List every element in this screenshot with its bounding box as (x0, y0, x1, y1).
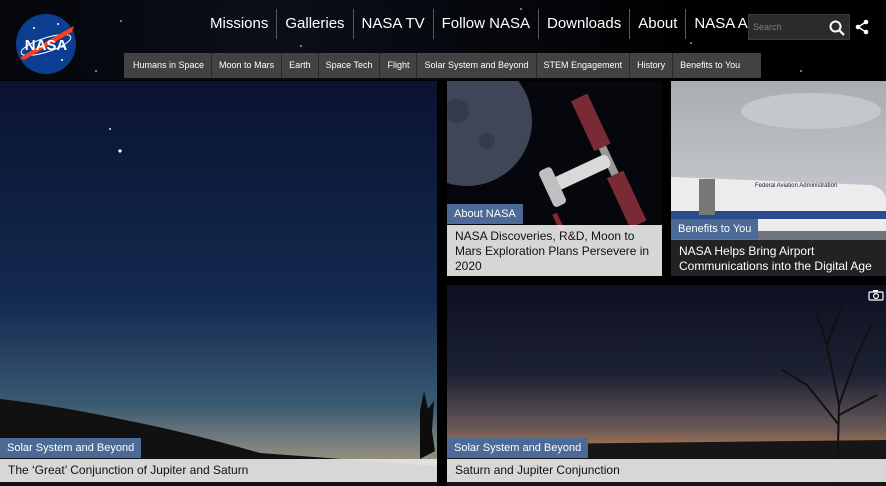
share-icon[interactable] (855, 19, 869, 35)
subnav-flight[interactable]: Flight (379, 53, 416, 78)
search-input[interactable] (753, 18, 827, 36)
nav-downloads[interactable]: Downloads (538, 9, 629, 39)
nav-galleries[interactable]: Galleries (276, 9, 352, 39)
subnav-earth[interactable]: Earth (281, 53, 318, 78)
feature-tile-conjunction[interactable]: Solar System and Beyond Saturn and Jupit… (447, 285, 886, 486)
subnav-space-tech[interactable]: Space Tech (317, 53, 380, 78)
star (120, 20, 122, 22)
category-tag[interactable]: Solar System and Beyond (0, 438, 142, 458)
subnav-moon-to-mars[interactable]: Moon to Mars (211, 53, 281, 78)
night-sky-image (0, 81, 437, 486)
headline-caption[interactable]: NASA Helps Bring Airport Communications … (671, 240, 886, 276)
star (800, 70, 802, 72)
plane-livery-text: Federal Aviation Administration (755, 183, 837, 189)
category-tag[interactable]: About NASA (447, 204, 523, 224)
search-box (748, 14, 850, 40)
headline-caption[interactable]: NASA Discoveries, R&D, Moon to Mars Expl… (447, 225, 662, 276)
feature-tile-main[interactable]: Solar System and Beyond The ‘Great’ Conj… (0, 81, 437, 486)
category-tag[interactable]: Solar System and Beyond (447, 438, 589, 458)
logo-wordmark: NASA (25, 37, 68, 54)
nav-nasa-tv[interactable]: NASA TV (352, 9, 433, 39)
subnav-history[interactable]: History (629, 53, 672, 78)
search-icon[interactable] (827, 18, 847, 38)
nav-missions[interactable]: Missions (202, 9, 276, 39)
feature-tile-airport[interactable]: Federal Aviation Administration Benefits… (671, 81, 886, 276)
category-tag[interactable]: Benefits to You (671, 219, 759, 239)
nav-follow-nasa[interactable]: Follow NASA (432, 9, 538, 39)
star (95, 70, 97, 72)
nav-about[interactable]: About (629, 9, 685, 39)
camera-icon[interactable] (868, 289, 884, 301)
headline-caption[interactable]: Saturn and Jupiter Conjunction (447, 459, 886, 482)
subnav-stem-engagement[interactable]: STEM Engagement (535, 53, 630, 78)
topic-subnav: Humans in Space Moon to Mars Earth Space… (124, 53, 761, 78)
primary-nav: Missions Galleries NASA TV Follow NASA D… (202, 9, 816, 39)
subnav-humans-in-space[interactable]: Humans in Space (126, 53, 211, 78)
subnav-solar-system[interactable]: Solar System and Beyond (416, 53, 535, 78)
site-header: NASA Missions Galleries NASA TV Follow N… (0, 0, 886, 80)
nasa-logo[interactable]: NASA (14, 12, 78, 76)
feature-tile-discoveries[interactable]: About NASA NASA Discoveries, R&D, Moon t… (447, 81, 662, 276)
star (690, 42, 692, 44)
subnav-benefits-to-you[interactable]: Benefits to You (672, 53, 747, 78)
headline-caption[interactable]: The ‘Great’ Conjunction of Jupiter and S… (0, 459, 437, 482)
star (300, 45, 302, 47)
